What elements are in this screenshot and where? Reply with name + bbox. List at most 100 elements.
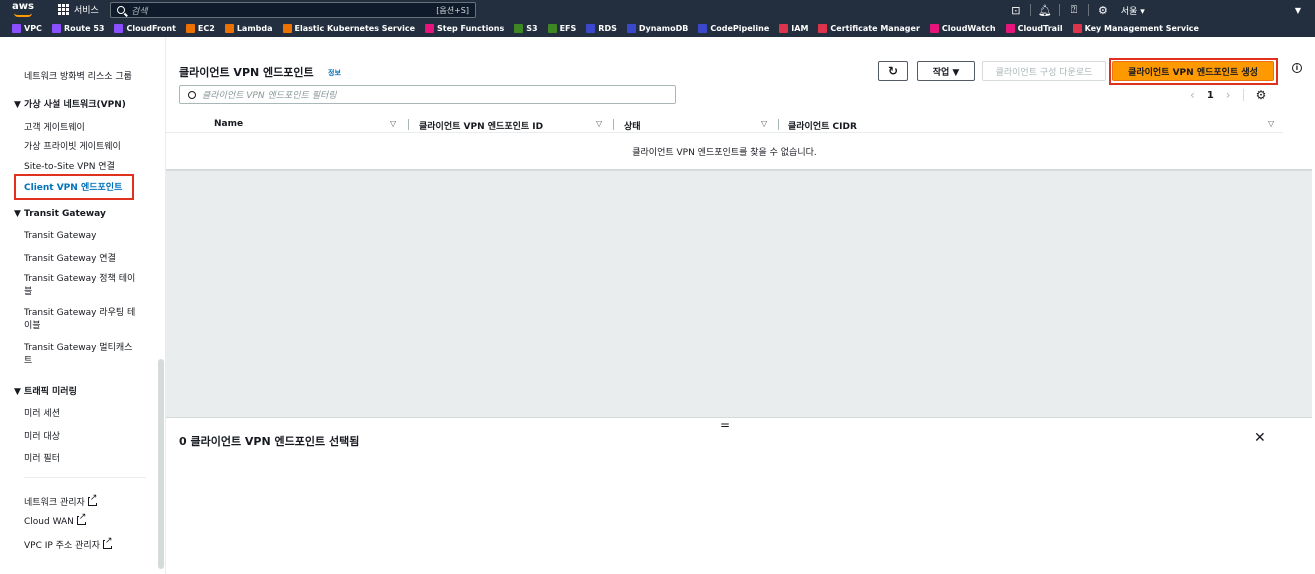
info-link[interactable]: 정보: [328, 68, 341, 78]
aws-smile-icon: [14, 13, 32, 17]
cloudshell-icon[interactable]: ⊡: [1004, 4, 1028, 17]
sort-icon[interactable]: ▽: [596, 119, 602, 128]
favorite-service[interactable]: EFS: [547, 24, 576, 33]
sidebar-item-mirror-sessions[interactable]: 미러 세션: [24, 406, 60, 419]
favorite-label: EC2: [197, 24, 215, 33]
service-icon: [1072, 24, 1082, 33]
favorites-bar: VPC Route 53 CloudFront EC2 Lambda Elastic Ku…: [0, 20, 1315, 37]
service-icon: [224, 24, 234, 33]
sidebar-section-transit-gateway[interactable]: ▼ Transit Gateway: [14, 209, 106, 219]
notifications-icon[interactable]: 🔔︎: [1033, 4, 1057, 17]
favorite-label: Step Functions: [437, 24, 505, 33]
sidebar-item-client-vpn[interactable]: Client VPN 엔드포인트: [24, 180, 122, 193]
next-page-icon[interactable]: ›: [1226, 88, 1231, 102]
service-icon: [818, 24, 828, 33]
sort-icon[interactable]: ▽: [761, 119, 767, 128]
sidebar-item-tgw-attachments[interactable]: Transit Gateway 연결: [24, 251, 116, 264]
create-endpoint-button[interactable]: 클라이언트 VPN 엔드포인트 생성: [1112, 61, 1274, 81]
search-icon: [188, 90, 196, 99]
favorite-service[interactable]: CodePipeline: [698, 24, 769, 33]
nav-right: ⊡ 🔔︎ ⍰ ⚙ 서울 ▾ ▼: [1004, 3, 1301, 17]
service-icon: [547, 24, 557, 33]
services-menu[interactable]: 서비스: [58, 3, 99, 16]
service-icon: [1005, 24, 1015, 33]
help-icon[interactable]: ⍰: [1062, 3, 1086, 17]
drag-handle-icon[interactable]: =: [720, 418, 730, 432]
actions-button[interactable]: 작업 ▼: [917, 61, 975, 81]
sidebar-item-cloud-wan[interactable]: Cloud WAN: [24, 513, 87, 527]
service-icon: [282, 24, 292, 33]
favorite-service[interactable]: VPC: [12, 24, 42, 33]
sidebar-item-firewall-resource-group[interactable]: 네트워크 방화벽 리스소 그룹: [24, 69, 132, 82]
service-icon: [929, 24, 939, 33]
refresh-button[interactable]: ↻: [878, 61, 908, 81]
favorite-service[interactable]: Step Functions: [425, 24, 504, 33]
region-selector[interactable]: 서울 ▾: [1121, 4, 1145, 17]
favorite-service[interactable]: CloudTrail: [1005, 24, 1063, 33]
sidebar-item-transit-gateway[interactable]: Transit Gateway: [24, 231, 96, 241]
sidebar-item-virtual-private-gateway[interactable]: 가상 프라이빗 게이트웨이: [24, 139, 121, 152]
download-config-button[interactable]: 클라이언트 구성 다운로드: [982, 61, 1106, 81]
favorite-label: IAM: [791, 24, 809, 33]
favorite-service[interactable]: S3: [514, 24, 538, 33]
sidebar-item-tgw-route[interactable]: Transit Gateway 라우팅 테 이블: [24, 305, 135, 331]
search-input[interactable]: 검색 [옵션+S]: [110, 2, 476, 18]
table-header: Name ▽ 클라이언트 VPN 엔드포인트 ID ▽ 상태 ▽ 클라이언트 C…: [166, 117, 1283, 133]
sidebar-section-traffic-mirroring[interactable]: ▼ 트래픽 미러링: [14, 384, 77, 397]
aws-logo[interactable]: aws: [12, 2, 38, 18]
favorite-service[interactable]: CloudFront: [114, 24, 176, 33]
favorite-label: CloudFront: [126, 24, 176, 33]
top-navigation: aws 서비스 검색 [옵션+S] ⊡ 🔔︎ ⍰ ⚙ 서울 ▾ ▼ VPC Rou…: [0, 0, 1315, 37]
filter-input[interactable]: 클라이언트 VPN 엔드포인트 필터링: [179, 85, 676, 104]
column-endpoint-id[interactable]: 클라이언트 VPN 엔드포인트 ID: [419, 119, 543, 132]
favorite-service[interactable]: DynamoDB: [626, 24, 688, 33]
favorite-label: Route 53: [63, 24, 105, 33]
service-icon: [514, 24, 524, 33]
empty-state-message: 클라이언트 VPN 엔드포인트를 찾을 수 없습니다.: [632, 148, 817, 158]
current-page[interactable]: 1: [1207, 90, 1214, 101]
sidebar-item-site-to-site[interactable]: Site-to-Site VPN 연결: [24, 159, 115, 172]
service-icon: [12, 24, 21, 33]
favorite-label: CloudWatch: [941, 24, 996, 33]
favorite-label: Lambda: [236, 24, 273, 33]
service-icon: [779, 24, 789, 33]
sidebar-scrollbar[interactable]: [158, 359, 164, 569]
favorite-service[interactable]: IAM: [779, 24, 808, 33]
sidebar-item-customer-gateway[interactable]: 고객 게이트웨이: [24, 120, 85, 133]
info-circle-icon[interactable]: i: [1292, 63, 1302, 73]
sort-icon[interactable]: ▽: [1268, 119, 1274, 128]
favorite-label: RDS: [598, 24, 617, 33]
prev-page-icon[interactable]: ‹: [1190, 88, 1195, 102]
external-link-icon: [87, 494, 98, 506]
close-icon[interactable]: ✕: [1254, 430, 1266, 446]
settings-gear-icon[interactable]: ⚙: [1091, 4, 1115, 17]
sidebar-item-mirror-targets[interactable]: 미러 대상: [24, 429, 60, 442]
sidebar-item-mirror-filters[interactable]: 미러 필터: [24, 451, 60, 464]
sidebar-item-network-manager[interactable]: 네트워크 관리자: [24, 494, 98, 508]
page-title: 클라이언트 VPN 엔드포인트: [179, 66, 314, 79]
favorite-service[interactable]: Lambda: [224, 24, 273, 33]
sidebar-item-ipam[interactable]: VPC IP 주소 관리자: [24, 537, 113, 551]
column-state[interactable]: 상태: [624, 119, 641, 132]
favorite-service[interactable]: EC2: [185, 24, 215, 33]
favorite-service[interactable]: Route 53: [51, 24, 105, 33]
filter-placeholder: 클라이언트 VPN 엔드포인트 필터링: [202, 91, 337, 101]
account-menu-caret-icon[interactable]: ▼: [1295, 6, 1301, 15]
favorite-service[interactable]: RDS: [586, 24, 617, 33]
sidebar-item-tgw-multicast[interactable]: Transit Gateway 멀티캐스 트: [24, 340, 132, 366]
sidebar-item-tgw-policy[interactable]: Transit Gateway 정책 테이 블: [24, 271, 135, 297]
favorite-service[interactable]: Elastic Kubernetes Service: [282, 24, 415, 33]
column-client-cidr[interactable]: 클라이언트 CIDR: [788, 119, 857, 132]
sort-icon[interactable]: ▽: [390, 119, 396, 128]
favorite-service[interactable]: Key Management Service: [1072, 24, 1199, 33]
split-panel-divider[interactable]: [166, 417, 1312, 418]
column-name[interactable]: Name: [214, 119, 243, 129]
preferences-gear-icon[interactable]: ⚙: [1256, 88, 1267, 102]
service-icon: [185, 24, 195, 33]
main-content: 클라이언트 VPN 엔드포인트 정보 ↻ 작업 ▼ 클라이언트 구성 다운로드 …: [166, 37, 1312, 574]
favorite-service[interactable]: CloudWatch: [929, 24, 996, 33]
sidebar-section-vpn[interactable]: ▼ 가상 사설 네트워크(VPN): [14, 97, 126, 110]
favorite-service[interactable]: Certificate Manager: [818, 24, 920, 33]
service-icon: [698, 24, 708, 33]
split-panel-title: 0 클라이언트 VPN 엔드포인트 선택됨: [179, 435, 360, 448]
